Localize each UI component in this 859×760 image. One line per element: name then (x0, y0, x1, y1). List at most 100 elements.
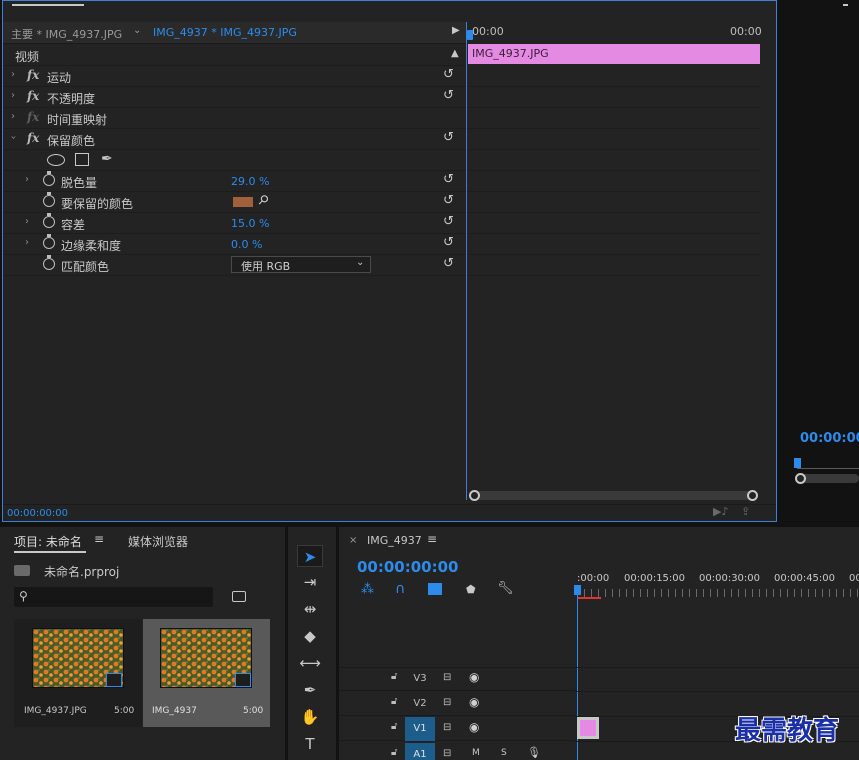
play-triangle-icon[interactable]: ▶ (452, 25, 460, 36)
effect-row-opacity[interactable]: › fx 不透明度 ↺ (3, 87, 466, 108)
close-icon[interactable]: × (349, 535, 357, 546)
fx-current-time[interactable]: 00:00:00:00 (7, 508, 68, 519)
param-row-color-to-keep[interactable]: 要保留的颜色 ⚲ ↺ (3, 192, 466, 213)
razor-tool[interactable]: ◆ (297, 625, 323, 647)
snap-magnet-icon[interactable]: ∩ (395, 581, 405, 597)
track-v2[interactable]: 🔓︎ V2 ⊟ ◉ (339, 692, 575, 716)
tolerance-value[interactable]: 15.0 % (231, 217, 269, 230)
selection-tool[interactable]: ➤ (297, 545, 323, 567)
expand-arrow-icon[interactable]: › (11, 111, 15, 122)
marker-icon[interactable]: ⬟ (466, 583, 476, 596)
sequence-tab[interactable]: IMG_4937 (367, 534, 422, 547)
stopwatch-icon[interactable] (43, 192, 55, 207)
stopwatch-icon[interactable] (43, 171, 55, 186)
sync-lock-icon[interactable]: ⊟ (443, 722, 451, 733)
sync-lock-icon[interactable]: ⊟ (443, 748, 451, 759)
track-name[interactable]: A1 (405, 743, 435, 760)
color-swatch[interactable] (233, 197, 253, 207)
sync-lock-icon[interactable]: ⊟ (443, 697, 451, 708)
work-area-bar[interactable] (577, 597, 601, 599)
expand-arrow-icon[interactable]: › (25, 237, 29, 248)
stopwatch-icon[interactable] (43, 234, 55, 249)
hand-tool[interactable]: ✋ (297, 706, 323, 728)
pen-tool[interactable]: ✒ (297, 679, 323, 701)
solo-toggle[interactable]: S (501, 748, 507, 758)
fx-icon[interactable]: fx (27, 89, 39, 103)
reset-icon[interactable]: ↺ (443, 67, 454, 82)
edge-softness-value[interactable]: 0.0 % (231, 238, 262, 251)
lock-icon[interactable]: 🔓︎ (391, 671, 397, 682)
reset-icon[interactable]: ↺ (443, 172, 454, 187)
scroll-handle-right[interactable] (747, 490, 758, 501)
reset-icon[interactable]: ↺ (443, 214, 454, 229)
rectangle-mask-icon[interactable] (75, 153, 89, 166)
tab-master-clip[interactable]: 主要 * IMG_4937.JPG (11, 26, 122, 42)
fx-icon[interactable]: fx (27, 68, 39, 82)
eyedropper-icon[interactable]: ⚲ (254, 192, 271, 209)
panel-menu-icon[interactable]: ≡ (94, 532, 104, 546)
ellipse-mask-icon[interactable] (47, 154, 65, 166)
effect-row-leave-color[interactable]: › fx 保留颜色 ↺ (3, 129, 466, 150)
v1-clip[interactable] (577, 717, 599, 739)
project-item-selected[interactable]: IMG_4937 5:00 (143, 619, 270, 727)
track-select-tool[interactable]: ⇥ (297, 571, 323, 593)
reset-icon[interactable]: ↺ (443, 193, 454, 208)
project-item[interactable]: IMG_4937.JPG 5:00 (14, 619, 142, 727)
panel-menu-icon[interactable]: ≡ (427, 532, 437, 546)
expand-arrow-icon[interactable]: › (25, 174, 29, 185)
timeline-timecode[interactable]: 00:00:00:00 (357, 558, 459, 576)
param-row-edge-softness[interactable]: › 边缘柔和度 0.0 % ↺ (3, 234, 466, 255)
tab-active-clip[interactable]: IMG_4937 * IMG_4937.JPG (153, 26, 297, 39)
mute-toggle[interactable]: M (472, 748, 480, 758)
program-timecode[interactable]: 00:00:00 (800, 431, 859, 446)
lock-icon[interactable]: 🔓︎ (391, 721, 397, 732)
lock-icon[interactable]: 🔓︎ (391, 696, 397, 707)
expand-arrow-icon[interactable]: › (11, 90, 15, 101)
new-bin-icon[interactable] (232, 591, 246, 602)
slip-tool[interactable]: ⟷ (297, 652, 323, 674)
tab-project[interactable]: 项目: 未命名 (14, 533, 82, 550)
reset-icon[interactable]: ↺ (443, 235, 454, 250)
tab-media-browser[interactable]: 媒体浏览器 (128, 533, 188, 550)
param-row-tolerance[interactable]: › 容差 15.0 % ↺ (3, 213, 466, 234)
track-v3[interactable]: 🔓︎ V3 ⊟ ◉ (339, 667, 575, 691)
reset-icon[interactable]: ↺ (443, 130, 454, 145)
lock-icon[interactable]: 🔓︎ (391, 747, 397, 758)
stopwatch-icon[interactable] (43, 213, 55, 228)
param-row-match-colors[interactable]: 匹配颜色 使用 RGB ⌄ ↺ (3, 255, 466, 276)
fx-icon[interactable]: fx (27, 131, 39, 145)
linked-selection-icon[interactable] (428, 583, 442, 595)
fx-zoom-scrollbar[interactable] (469, 490, 758, 501)
track-a1[interactable]: 🔓︎ A1 ⊟ M S 🎙︎ (339, 743, 575, 760)
mic-icon[interactable]: 🎙︎ (527, 746, 541, 759)
expand-arrow-icon[interactable]: › (25, 216, 29, 227)
pen-mask-icon[interactable]: ✒ (101, 151, 113, 167)
track-v1[interactable]: 🔓︎ V1 ⊟ ◉ (339, 717, 575, 741)
nest-icon[interactable]: ⁂ (361, 582, 374, 597)
export-icon[interactable]: ⇪ (741, 505, 750, 518)
reset-icon[interactable]: ↺ (443, 256, 454, 271)
ripple-edit-tool[interactable]: ⇹ (297, 598, 323, 620)
stopwatch-icon[interactable] (43, 255, 55, 270)
scroll-handle-left[interactable] (469, 490, 480, 501)
track-name[interactable]: V1 (405, 717, 435, 741)
fx-playhead[interactable] (467, 30, 473, 40)
sync-lock-icon[interactable]: ⊟ (443, 672, 451, 683)
chevron-down-icon[interactable]: ⌄ (133, 25, 141, 36)
ruler-ticks[interactable] (577, 589, 859, 597)
track-name[interactable]: V2 (405, 692, 435, 716)
search-input[interactable]: ⚲ (14, 587, 213, 607)
play-audio-icon[interactable]: ▶♪ (713, 505, 728, 518)
fx-clip-bar[interactable]: IMG_4937.JPG (468, 44, 760, 64)
collapse-arrow-icon[interactable]: › (8, 136, 19, 140)
settings-wrench-icon[interactable]: 🔧︎ (497, 581, 514, 596)
reset-icon[interactable]: ↺ (443, 88, 454, 103)
program-scrollbar[interactable] (797, 474, 859, 483)
eye-icon[interactable]: ◉ (469, 720, 479, 734)
effect-row-motion[interactable]: › fx 运动 ↺ (3, 66, 466, 87)
eye-icon[interactable]: ◉ (469, 670, 479, 684)
param-row-decolor[interactable]: › 脱色量 29.0 % ↺ (3, 171, 466, 192)
program-playhead[interactable] (794, 458, 801, 468)
scroll-handle-left[interactable] (795, 473, 806, 484)
effect-row-time-remap[interactable]: › fx 时间重映射 (3, 108, 466, 129)
